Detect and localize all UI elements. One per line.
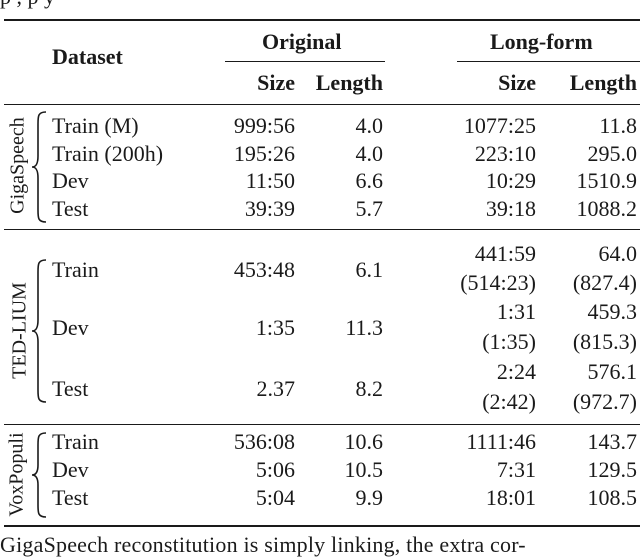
orig-size: 536:08	[233, 429, 295, 454]
lf-length: 1510.9	[576, 168, 638, 193]
caption-fragment: p , p y	[0, 0, 55, 10]
section-rule-1	[4, 229, 640, 231]
lf-size-alt: (514:23)	[460, 270, 536, 295]
orig-size: 195:26	[233, 141, 295, 166]
orig-size: 999:56	[233, 113, 295, 138]
orig-length: 4.0	[355, 141, 384, 166]
lf-length: 11.8	[599, 113, 637, 138]
brace-icon	[31, 432, 47, 518]
header-lf-size: Size	[498, 70, 536, 95]
lf-length: 295.0	[587, 141, 638, 166]
section-rule-2	[4, 424, 640, 426]
header-orig-length: Length	[315, 70, 383, 95]
lf-size: 1111:46	[466, 429, 536, 454]
lf-size: 7:31	[496, 457, 536, 482]
orig-size: 39:39	[244, 196, 295, 221]
header-longform: Long-form	[490, 29, 593, 54]
cmidrule-longform	[457, 61, 640, 63]
split-label: Train	[52, 429, 99, 454]
split-label: Train (200h)	[52, 141, 164, 166]
orig-size: 2.37	[256, 376, 296, 401]
lf-length-alt: (972.7)	[572, 389, 637, 414]
orig-length: 10.5	[344, 457, 384, 482]
lf-size: 223:10	[474, 141, 536, 166]
section-label-voxpopuli: VoxPopuli	[5, 432, 28, 517]
lf-size: 2:24	[496, 359, 536, 384]
header-lf-length: Length	[569, 70, 637, 95]
top-rule	[4, 19, 640, 21]
lf-length-alt: (827.4)	[572, 270, 637, 295]
lf-length-alt: (815.3)	[572, 329, 637, 354]
lf-length: 459.3	[587, 299, 638, 324]
bottom-rule	[4, 525, 640, 527]
section-label-tedlium: TED-LIUM	[8, 282, 31, 379]
orig-size: 1:35	[255, 315, 295, 340]
split-label: Dev	[52, 457, 89, 482]
orig-length: 5.7	[355, 196, 384, 221]
lf-size-alt: (1:35)	[482, 329, 536, 354]
orig-length: 6.1	[355, 257, 384, 282]
lf-length: 129.5	[587, 457, 638, 482]
cmidrule-original	[225, 61, 385, 63]
lf-size: 1:31	[496, 299, 536, 324]
body-text-fragment: GigaSpeech reconstitution is simply link…	[0, 532, 526, 557]
orig-size: 453:48	[233, 257, 295, 282]
header-original: Original	[262, 29, 342, 54]
lf-size: 441:59	[474, 241, 536, 266]
lf-length: 1088.2	[576, 196, 638, 221]
orig-length: 10.6	[344, 429, 384, 454]
lf-size: 18:01	[485, 485, 536, 510]
orig-size: 5:06	[255, 457, 295, 482]
split-label: Dev	[52, 168, 89, 193]
lf-size-alt: (2:42)	[482, 389, 536, 414]
header-rule	[4, 104, 640, 106]
split-label: Test	[52, 485, 89, 510]
lf-length: 64.0	[598, 241, 638, 266]
split-label: Train (M)	[52, 113, 139, 138]
orig-length: 8.2	[355, 376, 384, 401]
orig-length: 6.6	[355, 168, 384, 193]
header-dataset: Dataset	[52, 44, 123, 69]
split-label: Test	[52, 196, 89, 221]
lf-size: 1077:25	[463, 113, 536, 138]
orig-length: 11.3	[345, 315, 383, 340]
brace-icon	[31, 259, 47, 403]
orig-length: 9.9	[355, 485, 384, 510]
lf-length: 576.1	[587, 359, 638, 384]
orig-length: 4.0	[355, 113, 384, 138]
header-orig-size: Size	[257, 70, 295, 95]
split-label: Dev	[52, 315, 89, 340]
brace-icon	[31, 111, 47, 223]
lf-size: 39:18	[485, 196, 536, 221]
orig-size: 5:04	[255, 485, 295, 510]
lf-length: 108.5	[587, 485, 638, 510]
split-label: Train	[52, 257, 99, 282]
lf-size: 10:29	[485, 168, 536, 193]
lf-length: 143.7	[587, 429, 638, 454]
orig-size: 11:50	[245, 168, 295, 193]
section-label-gigaspeech: GigaSpeech	[6, 117, 29, 214]
split-label: Test	[52, 376, 89, 401]
